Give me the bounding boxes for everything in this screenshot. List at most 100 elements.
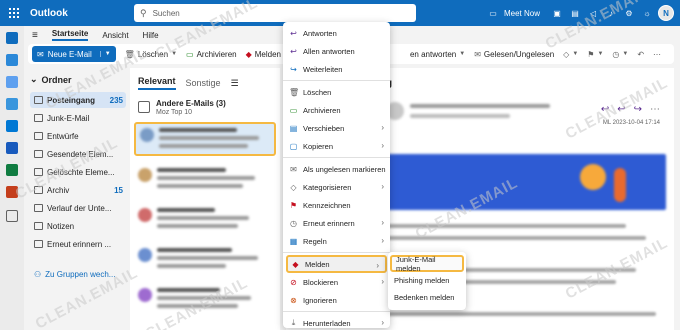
- menu-item-reply-all[interactable]: ↩ Allen antworten: [283, 42, 390, 60]
- folder-drafts[interactable]: Entwürfe: [30, 128, 126, 144]
- more-icon[interactable]: ⋯: [650, 104, 660, 115]
- menu-icon[interactable]: ≡: [32, 30, 38, 41]
- search-box[interactable]: ⚲ Suchen: [134, 4, 416, 22]
- submenu-item-report-concern[interactable]: Bedenken melden: [388, 289, 466, 306]
- flag-button[interactable]: ⚑ ▼: [587, 50, 603, 59]
- filter-icon[interactable]: ☰: [231, 78, 239, 89]
- mark-unread-icon: ✉: [290, 164, 297, 174]
- archive-button[interactable]: ▭ Archivieren: [186, 50, 237, 59]
- message-list-tabs: Relevant Sonstige ☰: [138, 76, 239, 90]
- megaphone-icon[interactable]: ◁: [586, 6, 600, 20]
- video-icon[interactable]: ▭: [486, 6, 500, 20]
- folder-icon: [34, 204, 43, 212]
- avatar[interactable]: N: [658, 5, 674, 21]
- menu-item-report[interactable]: ◆ Melden ›: [286, 255, 387, 273]
- forward-icon[interactable]: ↪: [634, 104, 642, 115]
- list-item[interactable]: [134, 284, 276, 318]
- lightbulb-icon[interactable]: ☼: [640, 6, 654, 20]
- folder-conversation-history[interactable]: Verlauf der Unte...: [30, 200, 126, 216]
- menu-item-snooze[interactable]: ◷ Erneut erinnern ›: [283, 214, 390, 232]
- more-button[interactable]: ⋯: [653, 50, 661, 59]
- groups-icon: ⚇: [34, 269, 42, 279]
- folders-header[interactable]: ⌄ Ordner: [30, 74, 72, 85]
- menu-item-forward[interactable]: ↪ Weiterleiten: [283, 60, 390, 78]
- todo-app-icon[interactable]: [6, 120, 18, 132]
- tag-button[interactable]: ◇ ▼: [563, 50, 578, 59]
- menu-item-delete[interactable]: 🗑 Löschen: [283, 83, 390, 101]
- chevron-right-icon: ›: [381, 123, 384, 132]
- menu-item-move[interactable]: ▤ Verschieben ›: [283, 119, 390, 137]
- people-app-icon[interactable]: [6, 76, 18, 88]
- undo-button[interactable]: ↶: [637, 50, 644, 59]
- trash-icon: [34, 168, 43, 176]
- app-launcher-icon[interactable]: [0, 0, 28, 26]
- menu-item-categorize[interactable]: ◇ Kategorisieren ›: [283, 178, 390, 196]
- list-item[interactable]: [134, 244, 276, 278]
- tab-help[interactable]: Hilfe: [143, 31, 159, 40]
- reply-all-icon[interactable]: ↩: [617, 104, 625, 115]
- reply-all-icon: ↩: [290, 46, 297, 56]
- folder-snoozed[interactable]: Erneut erinnern ...: [30, 236, 126, 252]
- gear-icon[interactable]: ⚙: [622, 6, 636, 20]
- menu-item-flag[interactable]: ⚑ Kennzeichnen: [283, 196, 390, 214]
- menu-item-block[interactable]: ⊘ Blockieren ›: [283, 273, 390, 291]
- tab-view[interactable]: Ansicht: [102, 31, 128, 40]
- mail-app-icon[interactable]: [6, 32, 18, 44]
- bell-icon[interactable]: ♪: [604, 6, 618, 20]
- meet-now-button[interactable]: Meet Now: [504, 9, 540, 18]
- clock-icon: ◷: [290, 218, 297, 228]
- calendar-app-icon[interactable]: [6, 54, 18, 66]
- menu-item-ignore[interactable]: ⊗ Ignorieren: [283, 291, 390, 309]
- snooze-button[interactable]: ◷ ▼: [612, 50, 628, 59]
- teams-icon[interactable]: ▣: [550, 6, 564, 20]
- groups-app-icon[interactable]: [6, 98, 18, 110]
- submenu-item-report-phishing[interactable]: Phishing melden: [388, 272, 466, 289]
- archive-icon: ▭: [186, 49, 194, 59]
- word-app-icon[interactable]: [6, 142, 18, 154]
- chevron-right-icon: ›: [376, 261, 379, 270]
- compose-icon: ✉: [37, 49, 44, 59]
- menu-item-download[interactable]: ⤓ Herunterladen ›: [283, 314, 390, 330]
- menu-item-mark-unread[interactable]: ✉ Als ungelesen markieren: [283, 160, 390, 178]
- word-icon[interactable]: ▤: [568, 6, 582, 20]
- search-icon: ⚲: [140, 7, 147, 18]
- more-apps-icon[interactable]: [6, 210, 18, 222]
- folder-inbox[interactable]: Posteingang 235: [30, 92, 126, 108]
- list-item[interactable]: [134, 164, 276, 198]
- read-unread-button[interactable]: ✉ Gelesen/Ungelesen: [474, 50, 554, 59]
- ignore-icon: ⊗: [290, 295, 297, 305]
- excel-app-icon[interactable]: [6, 164, 18, 176]
- chevron-down-icon: ▼: [622, 51, 629, 57]
- chevron-down-icon[interactable]: ▼: [99, 51, 111, 57]
- message-actions: ↩ ↩ ↪ ⋯: [601, 104, 660, 115]
- menu-item-copy[interactable]: ▢ Kopieren ›: [283, 137, 390, 155]
- rules-icon: ▦: [289, 236, 298, 246]
- tab-home[interactable]: Startseite: [51, 29, 89, 41]
- email-body-line: [386, 224, 626, 228]
- folder-sent[interactable]: Gesendete Elem...: [30, 146, 126, 162]
- delete-button[interactable]: 🗑 Löschen ▼: [125, 50, 177, 59]
- list-item-selected[interactable]: [134, 122, 276, 156]
- other-mails-summary[interactable]: Andere E-Mails (3) Moz Top 10: [134, 96, 276, 118]
- reply-all-button[interactable]: en antworten ▼: [410, 50, 465, 59]
- folder-deleted[interactable]: Gelöschte Eleme...: [30, 164, 126, 180]
- new-mail-button[interactable]: ✉ Neue E-Mail ▼: [32, 46, 116, 62]
- chevron-down-icon: ▼: [597, 51, 604, 57]
- menu-item-reply[interactable]: ↩ Antworten: [283, 24, 390, 42]
- reply-icon[interactable]: ↩: [601, 104, 609, 115]
- menu-item-rules[interactable]: ▦ Regeln ›: [283, 232, 390, 250]
- folder-junk[interactable]: Junk-E-Mail: [30, 110, 126, 126]
- submenu-item-report-junk[interactable]: Junk-E-Mail melden: [390, 255, 464, 273]
- list-item[interactable]: [134, 204, 276, 238]
- divider: [283, 157, 390, 158]
- go-to-groups-link[interactable]: ⚇ Zu Gruppen wech...: [30, 266, 126, 282]
- clock-icon: ◷: [612, 49, 620, 59]
- tab-other[interactable]: Sonstige: [186, 78, 221, 88]
- tab-focused[interactable]: Relevant: [138, 76, 176, 90]
- folder-notes[interactable]: Notizen: [30, 218, 126, 234]
- more-icon: ⋯: [653, 49, 662, 59]
- menu-item-archive[interactable]: ▭ Archivieren: [283, 101, 390, 119]
- folder-archive[interactable]: Archiv 15: [30, 182, 126, 198]
- powerpoint-app-icon[interactable]: [6, 186, 18, 198]
- inbox-icon: [34, 96, 43, 104]
